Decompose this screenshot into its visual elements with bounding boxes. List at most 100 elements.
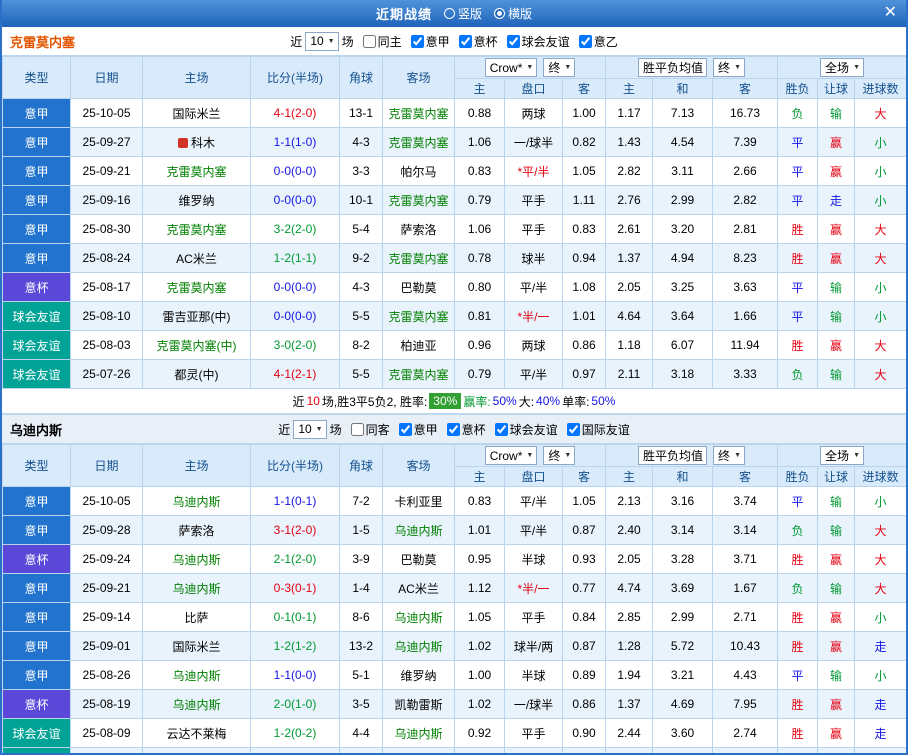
corner-cell: 9-2 bbox=[339, 243, 383, 273]
filter-checkbox[interactable] bbox=[506, 34, 520, 48]
filter-option[interactable]: 同客 bbox=[350, 421, 390, 438]
mean-final-select[interactable]: 终 ▼ bbox=[713, 58, 745, 77]
date-cell: 25-10-05 bbox=[70, 98, 143, 128]
summary-text: 场,胜3平5负2, 胜率: bbox=[321, 394, 428, 409]
corner-cell: 5-5 bbox=[339, 301, 383, 331]
mean-final-select[interactable]: 终 ▼ bbox=[713, 446, 745, 465]
filter-controls: 近 10 ▼ 场同客 意甲 意杯 球会友谊 国际友谊 bbox=[278, 419, 630, 439]
mean-draw-cell: 4.54 bbox=[652, 127, 714, 157]
mean-draw-cell bbox=[652, 747, 714, 753]
away-team-cell: 帕尔马 bbox=[382, 156, 455, 186]
filter-controls: 近 10 ▼ 场同主 意甲 意杯 球会友谊 意乙 bbox=[290, 31, 618, 51]
bookmaker-select[interactable]: Crow* ▼ bbox=[484, 446, 538, 466]
filter-checkbox[interactable] bbox=[446, 422, 460, 436]
mean-away-cell: 1.66 bbox=[712, 301, 779, 331]
filter-checkbox[interactable] bbox=[362, 34, 376, 48]
odds-final-select[interactable]: 终 ▼ bbox=[543, 57, 576, 77]
goals-result-cell: 大 bbox=[854, 98, 906, 128]
table-row: 意甲 25-09-21 克雷莫内塞 0-0(0-0) 3-3 帕尔马 0.83 *平/半 1.0… bbox=[2, 156, 906, 186]
team-section-2: 乌迪内斯近 10 ▼ 场同客 意甲 意杯 球会友谊 国际友谊 类型 日期 主场 比分(半场) 角球 客场 C… bbox=[2, 414, 906, 753]
home-team-cell: 乌迪内斯 bbox=[142, 689, 251, 719]
filter-option[interactable]: 球会友谊 bbox=[494, 421, 558, 438]
odds-away-cell: 0.86 bbox=[561, 330, 607, 360]
filter-option[interactable]: 意甲 bbox=[410, 33, 450, 50]
mean-draw-cell: 5.72 bbox=[652, 631, 714, 661]
table-row: 意甲 25-08-30 克雷莫内塞 3-2(2-0) 5-4 萨索洛 1.06 平手 0.83 2… bbox=[2, 214, 906, 244]
mean-away-cell: 3.71 bbox=[712, 544, 779, 574]
goals-result-cell: 大 bbox=[854, 544, 906, 574]
filter-option[interactable]: 意杯 bbox=[446, 421, 486, 438]
chevron-down-icon: ▼ bbox=[853, 452, 860, 459]
match-count-select[interactable]: 10 ▼ bbox=[305, 31, 339, 51]
corner-cell: 3-3 bbox=[339, 156, 383, 186]
corner-cell: 3-5 bbox=[339, 689, 383, 719]
filter-option[interactable]: 意乙 bbox=[578, 33, 618, 50]
filter-option[interactable]: 国际友谊 bbox=[566, 421, 630, 438]
filter-option[interactable]: 意甲 bbox=[398, 421, 438, 438]
filter-checkbox[interactable] bbox=[494, 422, 508, 436]
layout-option-horizontal[interactable]: 横版 bbox=[494, 5, 532, 22]
corner-cell: 1-5 bbox=[339, 515, 383, 545]
filter-option[interactable]: 意杯 bbox=[458, 33, 498, 50]
odds-home-cell: 1.05 bbox=[454, 602, 505, 632]
league-cell: 意甲 bbox=[2, 243, 71, 273]
away-team-cell: 乌迪内斯 bbox=[382, 602, 455, 632]
filter-checkbox[interactable] bbox=[350, 422, 364, 436]
team-badge-icon bbox=[177, 137, 188, 148]
home-team-name: 云达不莱梅 bbox=[166, 726, 227, 741]
filter-checkbox[interactable] bbox=[578, 34, 592, 48]
odds-away-cell: 0.82 bbox=[561, 127, 607, 157]
mean-draw-cell: 3.20 bbox=[652, 214, 714, 244]
bookmaker-select[interactable]: Crow* ▼ bbox=[484, 58, 538, 78]
mean-home-cell: 2.76 bbox=[605, 185, 654, 215]
scope-select[interactable]: 全场 ▼ bbox=[820, 58, 864, 77]
filter-checkbox[interactable] bbox=[566, 422, 580, 436]
sub-column-header: 客 bbox=[561, 466, 607, 487]
sub-column-header: 胜负 bbox=[777, 466, 819, 487]
odds-away-cell: 0.97 bbox=[561, 359, 607, 389]
mean-draw-cell: 4.69 bbox=[652, 689, 714, 719]
handicap-cell: 平/半 bbox=[504, 359, 563, 389]
home-team-cell: 萨索洛 bbox=[142, 515, 251, 545]
home-team-name: 国际米兰 bbox=[172, 639, 221, 654]
handicap-result-cell bbox=[817, 747, 856, 753]
home-team-cell: 乌迪内斯 bbox=[142, 573, 251, 603]
close-icon[interactable]: ✕ bbox=[884, 3, 897, 23]
home-team-name: 比萨 bbox=[184, 610, 209, 625]
filter-checkbox[interactable] bbox=[410, 34, 424, 48]
handicap-cell: 半球 bbox=[504, 660, 563, 690]
league-cell: 意杯 bbox=[2, 689, 71, 719]
odds-final-select[interactable]: 终 ▼ bbox=[543, 445, 576, 465]
corner-cell: 5-5 bbox=[339, 359, 383, 389]
date-cell: 25-09-27 bbox=[70, 127, 143, 157]
scope-select[interactable]: 全场 ▼ bbox=[820, 446, 864, 465]
filter-checkbox[interactable] bbox=[398, 422, 412, 436]
corner-cell: 4-3 bbox=[339, 127, 383, 157]
away-team-cell: 维罗纳 bbox=[382, 660, 455, 690]
mean-home-cell: 2.40 bbox=[605, 515, 654, 545]
odds-home-cell: 0.88 bbox=[454, 98, 505, 128]
goals-result-cell: 小 bbox=[854, 660, 906, 690]
mean-away-cell: 7.39 bbox=[712, 127, 779, 157]
league-cell: 意甲 bbox=[2, 602, 71, 632]
goals-result-cell: 小 bbox=[854, 156, 906, 186]
filter-checkbox[interactable] bbox=[458, 34, 472, 48]
filter-option[interactable]: 同主 bbox=[362, 33, 402, 50]
handicap-result-cell: 赢 bbox=[817, 127, 856, 157]
match-count-select[interactable]: 10 ▼ bbox=[293, 419, 327, 439]
away-team-cell: 克雷莫内塞 bbox=[382, 98, 455, 128]
score-cell: 0-0(0-0) bbox=[250, 156, 340, 186]
filter-label: 意杯 bbox=[473, 34, 498, 49]
filter-option[interactable]: 球会友谊 bbox=[506, 33, 570, 50]
summary-text: 50% bbox=[492, 394, 517, 408]
sub-column-header: 客 bbox=[712, 78, 779, 99]
mean-away-cell: 7.95 bbox=[712, 689, 779, 719]
odds-away-cell: 0.87 bbox=[561, 631, 607, 661]
handicap-result-cell: 输 bbox=[817, 573, 856, 603]
filter-label: 同客 bbox=[365, 422, 390, 437]
layout-option-vertical[interactable]: 竖版 bbox=[443, 5, 482, 22]
odds-away-cell: 0.87 bbox=[561, 515, 607, 545]
near-unit: 场 bbox=[341, 34, 354, 49]
scope-group-header: 全场 ▼ bbox=[777, 444, 906, 467]
handicap-result-cell: 赢 bbox=[817, 631, 856, 661]
